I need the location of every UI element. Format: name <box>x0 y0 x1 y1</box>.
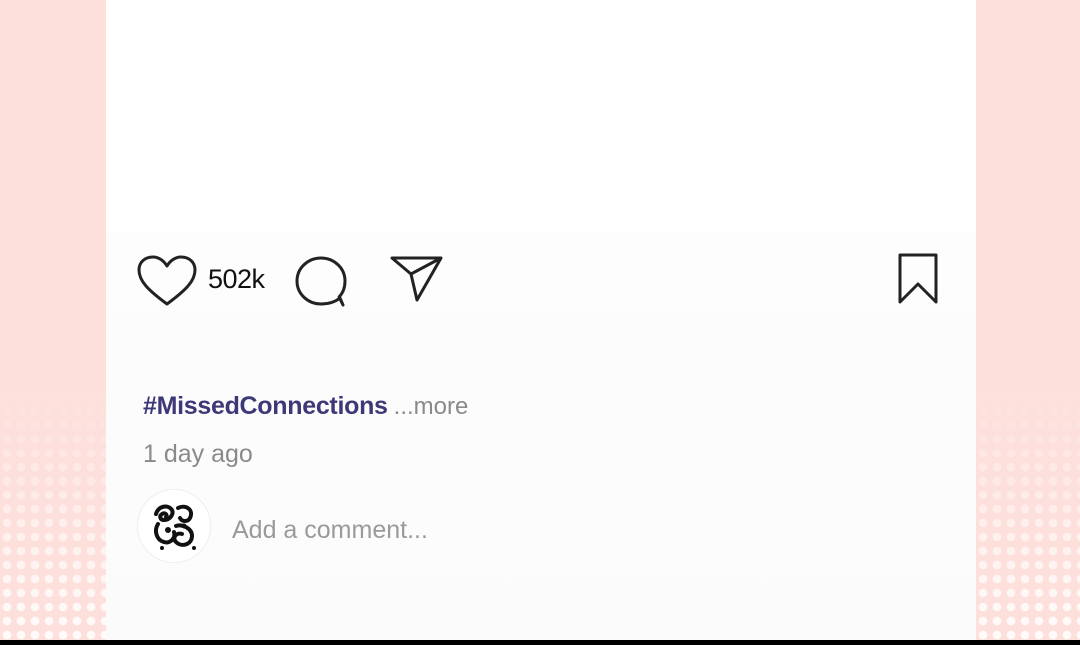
bottom-strip <box>0 645 1080 662</box>
comment-input[interactable] <box>232 510 652 550</box>
halftone-pattern <box>0 390 106 640</box>
send-icon[interactable] <box>389 254 445 304</box>
bookmark-icon[interactable] <box>897 252 939 306</box>
halftone-pattern <box>976 390 1080 640</box>
heart-icon[interactable] <box>136 254 198 308</box>
caption-more-link[interactable]: ...more <box>394 393 469 420</box>
post-timestamp: 1 day ago <box>143 440 253 468</box>
post-caption: #MissedConnections ...more <box>143 392 468 421</box>
caption-hashtag[interactable]: #MissedConnections <box>143 392 388 420</box>
like-count[interactable]: 502k <box>208 264 265 295</box>
user-avatar[interactable] <box>137 489 211 563</box>
right-background-panel <box>976 0 1080 640</box>
comment-bubble-icon[interactable] <box>294 254 348 308</box>
left-background-panel <box>0 0 106 640</box>
